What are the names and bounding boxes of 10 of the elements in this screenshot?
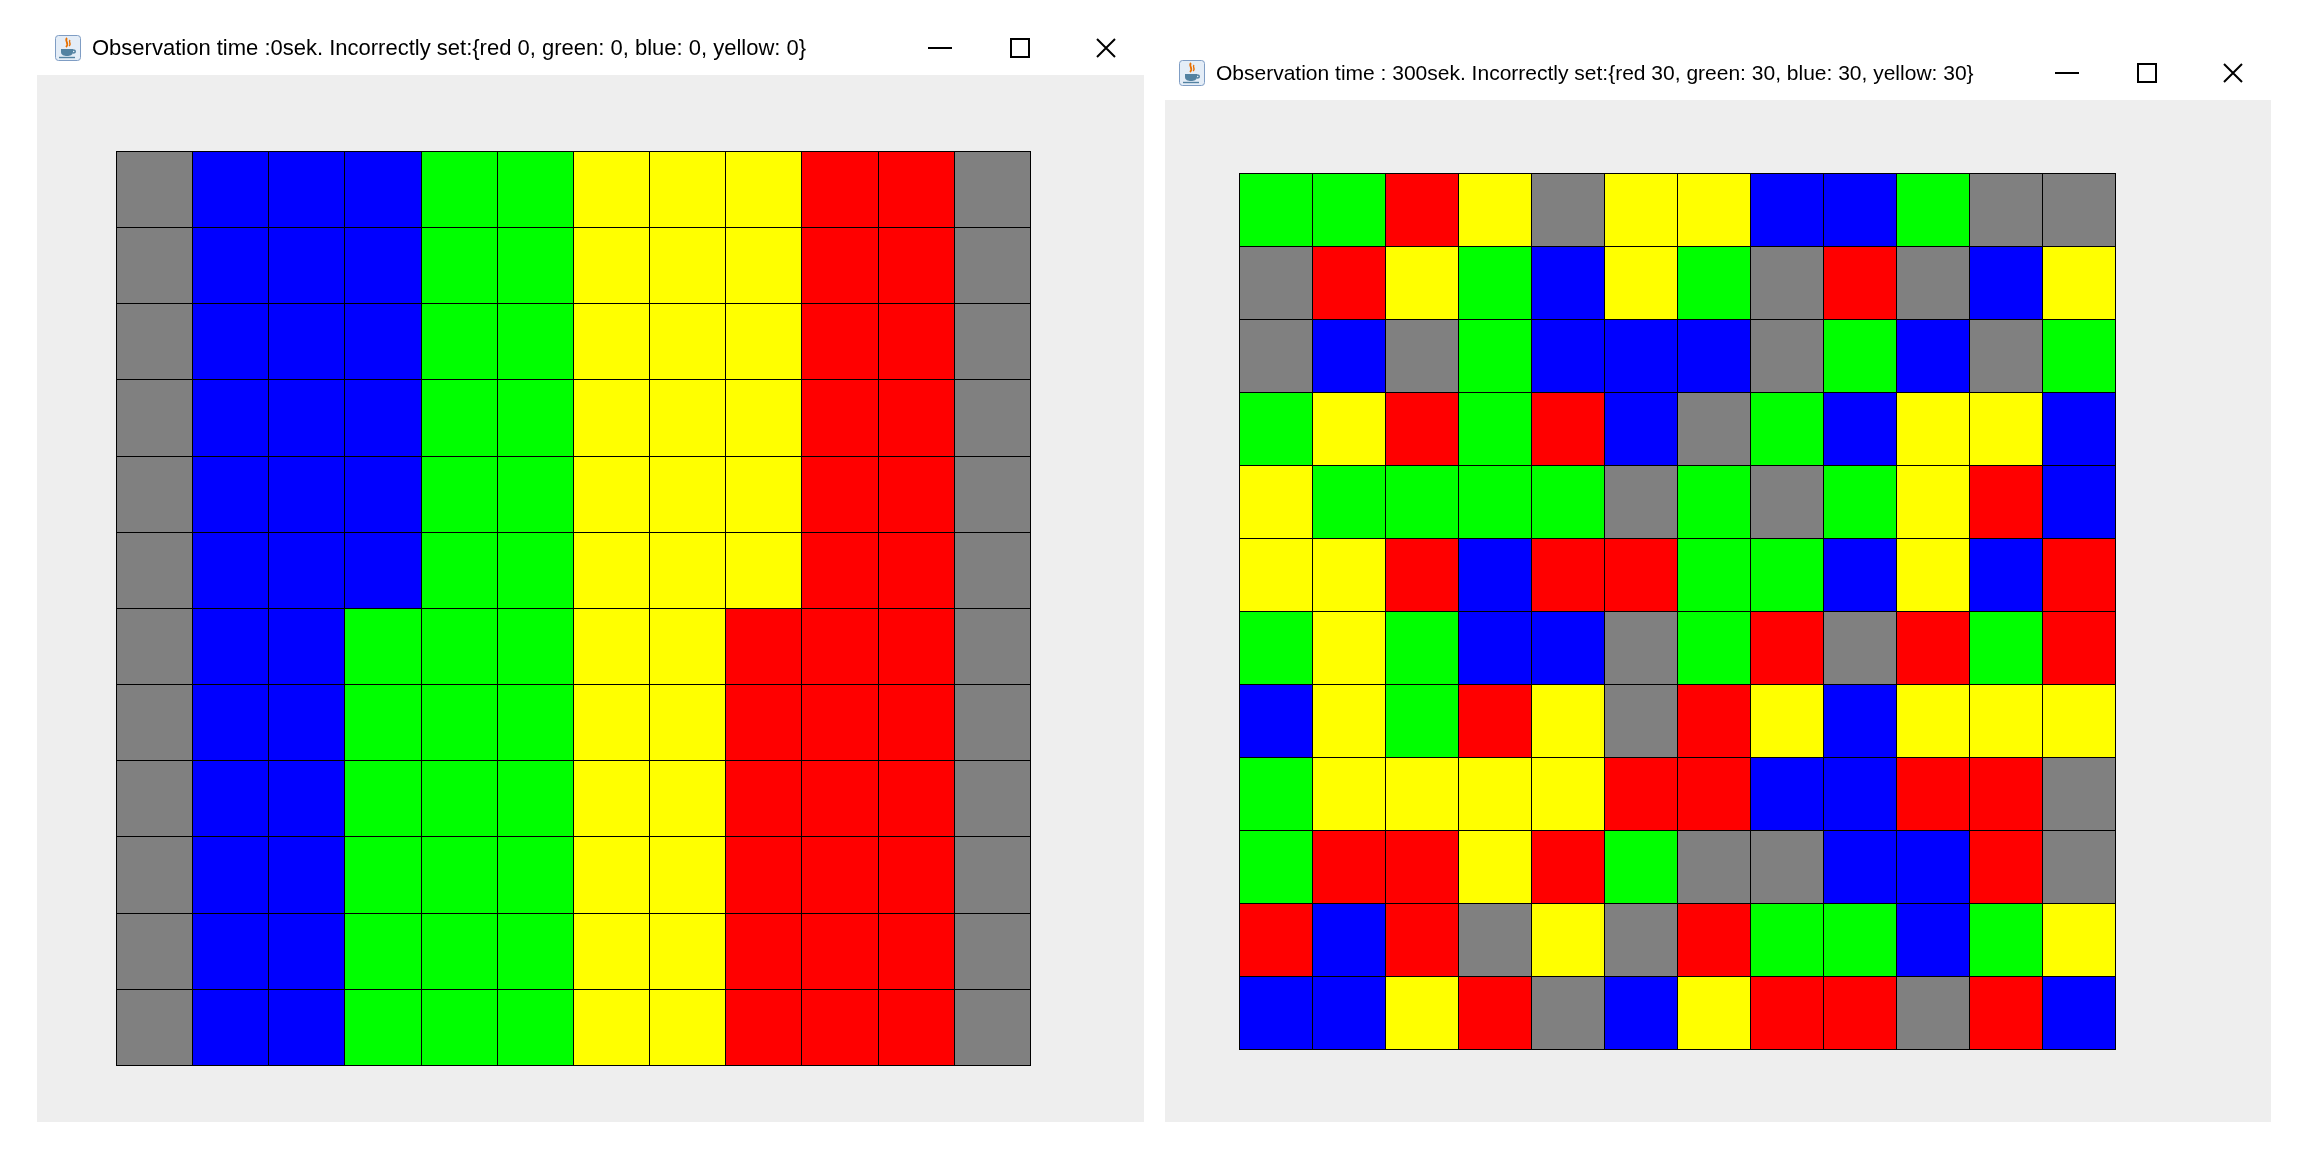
- minimize-icon[interactable]: [928, 46, 952, 49]
- minimize-icon[interactable]: [2055, 71, 2079, 74]
- coffee-cup-icon: [1179, 59, 1205, 86]
- maximize-icon[interactable]: [1010, 37, 1030, 58]
- maximize-icon[interactable]: [2137, 62, 2157, 83]
- window-title: Observation time :0sek. Incorrectly set:{red 0, green: 0, blue: 0, yellow: 0}: [92, 34, 807, 61]
- coffee-cup-icon: [55, 34, 81, 61]
- close-icon[interactable]: [1096, 37, 1116, 58]
- close-icon[interactable]: [2223, 62, 2243, 83]
- window-title: Observation time : 300sek. Incorrectly set:{red 30, green: 30, blue: 30, yellow: 30}: [1216, 60, 1974, 85]
